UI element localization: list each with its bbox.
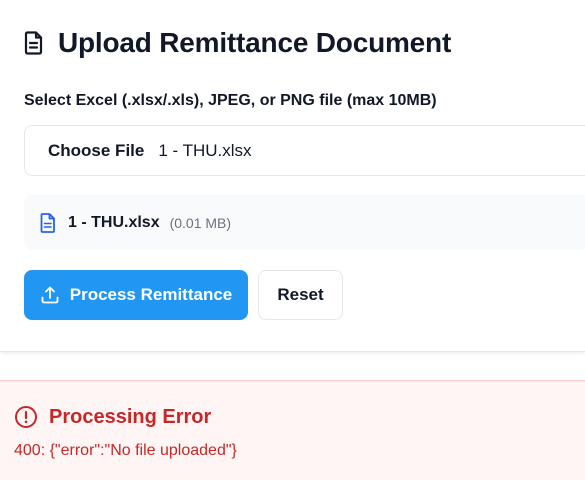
file-input-label: Select Excel (.xlsx/.xls), JPEG, or PNG … <box>24 92 437 109</box>
reset-label: Reset <box>277 285 324 304</box>
document-icon <box>24 31 46 55</box>
upload-card: Upload Remittance Document Select Excel … <box>0 0 585 352</box>
selected-file-size: (0.01 MB) <box>169 214 232 231</box>
alert-circle-icon <box>14 405 38 429</box>
selected-file-name: 1 - THU.xlsx <box>68 213 160 231</box>
error-header: Processing Error <box>14 405 211 429</box>
chosen-file-name: 1 - THU.xlsx <box>158 140 252 160</box>
file-input[interactable]: Choose File 1 - THU.xlsx <box>24 125 585 176</box>
selected-file-info: 1 - THU.xlsx (0.01 MB) <box>24 195 585 250</box>
reset-button[interactable]: Reset <box>258 270 343 320</box>
error-panel: Processing Error 400: {"error":"No file … <box>0 380 585 480</box>
page-header: Upload Remittance Document <box>24 24 451 62</box>
choose-file-button[interactable]: Choose File <box>48 141 144 161</box>
page-title: Upload Remittance Document <box>58 27 452 58</box>
process-remittance-label: Process Remittance <box>69 285 233 304</box>
upload-icon <box>40 285 60 305</box>
process-remittance-button[interactable]: Process Remittance <box>24 270 248 320</box>
error-message: 400: {"error":"No file uploaded"} <box>14 442 237 459</box>
file-text-icon <box>40 212 58 233</box>
error-title: Processing Error <box>49 405 212 428</box>
